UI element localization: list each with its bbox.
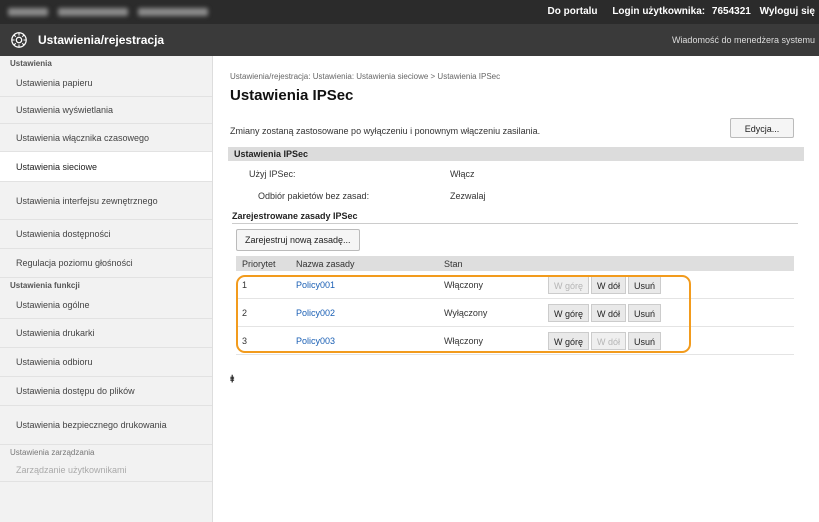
settings-gear-icon xyxy=(11,32,27,48)
login-label: Login użytkownika: xyxy=(612,6,706,17)
policy-name-link[interactable]: Policy002 xyxy=(290,298,438,327)
register-policy-button[interactable]: Zarejestruj nową zasadę... xyxy=(236,229,360,251)
priority-cell: 1 xyxy=(236,271,290,299)
table-row: 3 Policy003 Włączony W górę W dół Usuń xyxy=(236,326,794,355)
table-row: 1 Policy001 Włączony W górę W dół Usuń xyxy=(236,271,794,299)
sidebar-item-printer[interactable]: Ustawienia drukarki xyxy=(0,319,212,348)
registered-policies-title: Zarejestrowane zasady IPSec xyxy=(232,211,358,221)
use-ipsec-label: Użyj IPSec: xyxy=(249,169,296,179)
divider xyxy=(232,223,798,224)
user-id: 7654321 xyxy=(711,6,751,17)
move-up-button[interactable]: W górę xyxy=(548,303,590,322)
sidebar-item-file-access[interactable]: Ustawienia dostępu do plików xyxy=(0,377,212,406)
sidebar-group-management: Ustawienia zarządzania xyxy=(10,448,95,457)
col-state: Stan xyxy=(438,256,542,271)
app-header: Ustawienia/rejestracja Wiadomość do mene… xyxy=(0,24,819,56)
priority-cell: 3 xyxy=(236,326,290,355)
sidebar-group-settings: Ustawienia xyxy=(10,59,52,68)
policy-name-link[interactable]: Policy001 xyxy=(290,271,438,299)
table-row: 2 Policy002 Wyłączony W górę W dół Usuń xyxy=(236,298,794,327)
state-cell: Wyłączony xyxy=(438,298,542,327)
back-to-top-icon[interactable]: ⯒ xyxy=(230,372,234,389)
col-priority: Priorytet xyxy=(236,256,290,271)
sidebar-item-general[interactable]: Ustawienia ogólne xyxy=(0,292,212,319)
notice-text: Zmiany zostaną zastosowane po wyłączeniu… xyxy=(230,126,541,136)
logout-link[interactable]: Wyloguj się xyxy=(760,6,815,17)
portal-link[interactable]: Do portalu xyxy=(548,6,598,17)
top-bar: Do portalu Login użytkownika: 7654321 Wy… xyxy=(0,0,819,24)
app-title: Ustawienia/rejestracja xyxy=(38,33,165,47)
sidebar-item-external-interface[interactable]: Ustawienia interfejsu zewnętrznego xyxy=(0,182,212,220)
move-down-button[interactable]: W dół xyxy=(591,303,627,322)
table-header-row: Priorytet Nazwa zasady Stan xyxy=(236,256,794,271)
sidebar-item-volume[interactable]: Regulacja poziomu głośności xyxy=(0,249,212,278)
move-down-button: W dół xyxy=(591,331,627,350)
policy-table: Priorytet Nazwa zasady Stan 1 Policy001 … xyxy=(236,256,794,355)
move-up-button[interactable]: W górę xyxy=(548,331,590,350)
delete-button[interactable]: Usuń xyxy=(628,275,662,294)
section-header-ipsec: Ustawienia IPSec xyxy=(228,147,804,161)
delete-button[interactable]: Usuń xyxy=(628,303,662,322)
page-title: Ustawienia IPSec xyxy=(230,87,354,104)
message-to-manager-link[interactable]: Wiadomość do menedżera systemu xyxy=(672,35,815,45)
sidebar-item-receive[interactable]: Ustawienia odbioru xyxy=(0,348,212,377)
main-content: Ustawienia/rejestracja: Ustawienia: Usta… xyxy=(222,56,819,522)
col-actions xyxy=(542,256,794,271)
receive-packets-value: Zezwalaj xyxy=(450,191,486,201)
delete-button[interactable]: Usuń xyxy=(628,331,662,350)
state-cell: Włączony xyxy=(438,271,542,299)
move-up-button: W górę xyxy=(548,275,590,294)
move-down-button[interactable]: W dół xyxy=(591,275,627,294)
sidebar-item-paper[interactable]: Ustawienia papieru xyxy=(0,70,212,97)
sidebar-item-display[interactable]: Ustawienia wyświetlania xyxy=(0,97,212,124)
edit-button[interactable]: Edycja... xyxy=(730,118,794,138)
use-ipsec-value: Włącz xyxy=(450,169,475,179)
blurred-device-info xyxy=(8,7,308,17)
sidebar-item-network[interactable]: Ustawienia sieciowe xyxy=(0,152,212,182)
sidebar-item-accessibility[interactable]: Ustawienia dostępności xyxy=(0,220,212,249)
sidebar-item-timer[interactable]: Ustawienia włącznika czasowego xyxy=(0,124,212,152)
sidebar-item-user-management[interactable]: Zarządzanie użytkownikami xyxy=(0,459,212,482)
sidebar-item-secure-print[interactable]: Ustawienia bezpiecznego drukowania xyxy=(0,406,212,445)
sidebar-group-functions: Ustawienia funkcji xyxy=(10,281,80,290)
breadcrumb: Ustawienia/rejestracja: Ustawienia: Usta… xyxy=(230,72,501,81)
sidebar: Ustawienia Ustawienia papieru Ustawienia… xyxy=(0,56,213,522)
priority-cell: 2 xyxy=(236,298,290,327)
policy-name-link[interactable]: Policy003 xyxy=(290,326,438,355)
receive-packets-label: Odbiór pakietów bez zasad: xyxy=(258,191,370,201)
col-name: Nazwa zasady xyxy=(290,256,438,271)
state-cell: Włączony xyxy=(438,326,542,355)
